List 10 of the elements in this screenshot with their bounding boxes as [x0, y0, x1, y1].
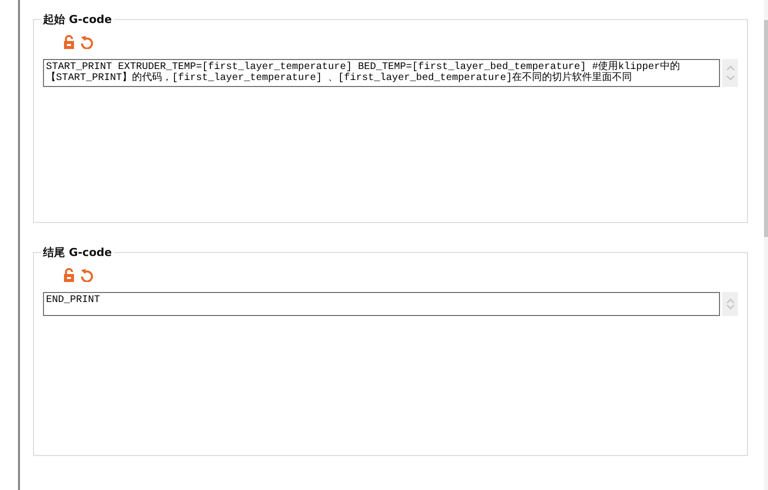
undo-icon[interactable]	[80, 35, 93, 49]
lock-icon[interactable]	[63, 35, 75, 49]
undo-icon[interactable]	[80, 268, 93, 282]
lock-icon[interactable]	[63, 268, 75, 282]
section-title: 起始 G-code	[42, 12, 113, 27]
section-title: 结尾 G-code	[42, 245, 113, 260]
scrollbar[interactable]	[722, 292, 738, 316]
scrollbar[interactable]	[722, 59, 738, 87]
gcode-editor[interactable]: END_PRINT	[43, 292, 720, 316]
gcode-editor[interactable]: START_PRINT EXTRUDER_TEMP=[first_layer_temperature] BED_TEMP=[first_layer_bed_temperature] #使用klipper中的 【START_PRINT】的代码，[first_layer_temperature] 、[first_layer_bed_temperature]在不同的切片软件里面不同	[43, 59, 720, 87]
